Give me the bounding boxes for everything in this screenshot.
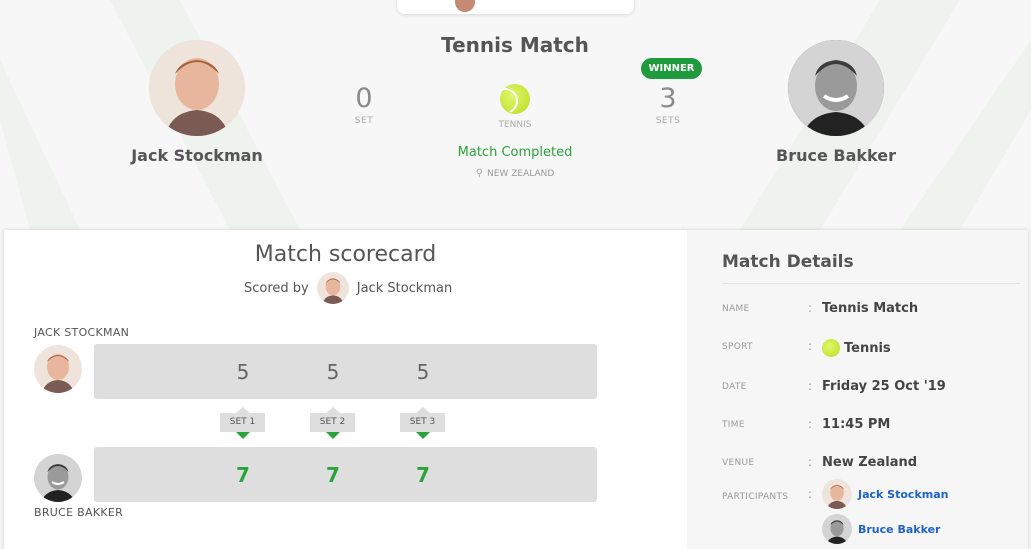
location-text: NEW ZEALAND bbox=[487, 169, 555, 179]
row-one-avatar[interactable] bbox=[34, 345, 82, 393]
avatar bbox=[822, 479, 852, 509]
tennis-ball-icon bbox=[822, 339, 840, 357]
participants-list: Jack Stockman Bruce Bakker bbox=[822, 479, 948, 549]
scored-by-name[interactable]: Jack Stockman bbox=[357, 281, 452, 296]
detail-colon: : bbox=[808, 379, 813, 393]
detail-key: PARTICIPANTS bbox=[722, 492, 789, 502]
detail-row-sport: SPORT : Tennis bbox=[722, 339, 1022, 359]
player-two-sets-value: 3 bbox=[659, 83, 677, 114]
detail-colon: : bbox=[808, 417, 813, 431]
detail-key: TIME bbox=[722, 420, 745, 430]
detail-row-name: NAME : Tennis Match bbox=[722, 301, 1022, 321]
player-one-name[interactable]: Jack Stockman bbox=[97, 146, 297, 165]
detail-colon: : bbox=[808, 301, 813, 315]
sport-label: TENNIS bbox=[498, 120, 532, 130]
row-one-set-1-score: 5 bbox=[236, 360, 250, 384]
participant-link[interactable]: Jack Stockman bbox=[858, 488, 948, 501]
sport-indicator: TENNIS bbox=[445, 84, 585, 130]
detail-row-time: TIME : 11:45 PM bbox=[722, 417, 1022, 437]
detail-key: NAME bbox=[722, 304, 750, 314]
sport-value: Tennis bbox=[844, 340, 891, 356]
player-one: Jack Stockman bbox=[97, 40, 297, 165]
detail-colon: : bbox=[808, 455, 813, 469]
row-one-score-bar: 5 5 5 bbox=[94, 344, 597, 399]
row-two-set-1-score: 7 bbox=[236, 463, 250, 487]
player-two: Bruce Bakker bbox=[736, 40, 936, 165]
avatar bbox=[822, 514, 852, 544]
player-one-sets-value: 0 bbox=[355, 83, 373, 114]
detail-value: 11:45 PM bbox=[822, 417, 891, 432]
row-one-label: JACK STOCKMAN bbox=[34, 326, 130, 339]
detail-value: Friday 25 Oct '19 bbox=[822, 379, 946, 394]
top-summary-card[interactable] bbox=[397, 0, 634, 14]
scored-by: Scored by Jack Stockman bbox=[244, 272, 452, 304]
scored-by-label: Scored by bbox=[244, 280, 309, 296]
divider bbox=[722, 283, 1020, 284]
row-two-label: BRUCE BAKKER bbox=[34, 506, 124, 519]
match-title: Tennis Match bbox=[441, 33, 589, 57]
player-one-set-score: 0 SET bbox=[334, 83, 394, 127]
detail-row-date: DATE : Friday 25 Oct '19 bbox=[722, 379, 1022, 399]
player-two-name[interactable]: Bruce Bakker bbox=[736, 146, 936, 165]
detail-value: New Zealand bbox=[822, 455, 918, 470]
row-two-set-2-score: 7 bbox=[326, 463, 340, 487]
detail-colon: : bbox=[808, 339, 813, 353]
player-two-sets-label: SETS bbox=[655, 116, 681, 126]
detail-value: Tennis Match bbox=[822, 301, 919, 316]
participant-item[interactable]: Bruce Bakker bbox=[822, 514, 948, 544]
detail-row-venue: VENUE : New Zealand bbox=[722, 455, 1022, 475]
avatar bbox=[455, 0, 475, 12]
row-two-avatar[interactable] bbox=[34, 454, 82, 502]
scorecard-panel: Match scorecard Scored by Jack Stockman … bbox=[4, 230, 1028, 549]
match-location: ⚲ NEW ZEALAND bbox=[430, 168, 600, 179]
detail-colon: : bbox=[808, 487, 813, 501]
location-pin-icon: ⚲ bbox=[475, 168, 484, 179]
player-one-sets-label: SET bbox=[354, 116, 374, 126]
detail-key: DATE bbox=[722, 382, 747, 392]
scorecard-title: Match scorecard bbox=[254, 242, 437, 267]
match-details-title: Match Details bbox=[722, 252, 854, 272]
winner-badge: WINNER bbox=[641, 58, 702, 79]
set-1-tag: SET 1 bbox=[220, 407, 265, 439]
set-2-tag: SET 2 bbox=[310, 407, 355, 439]
participant-link[interactable]: Bruce Bakker bbox=[858, 523, 940, 536]
row-one-set-3-score: 5 bbox=[416, 360, 430, 384]
match-status: Match Completed bbox=[457, 145, 573, 160]
detail-key: SPORT bbox=[722, 342, 753, 352]
tennis-ball-icon bbox=[500, 84, 530, 114]
player-two-set-score: 3 SETS bbox=[638, 83, 698, 127]
detail-value: Tennis bbox=[822, 339, 891, 357]
player-two-avatar[interactable] bbox=[788, 40, 884, 136]
avatar[interactable] bbox=[316, 272, 349, 304]
set-3-tag: SET 3 bbox=[400, 407, 445, 439]
detail-key: VENUE bbox=[722, 458, 755, 468]
player-one-avatar[interactable] bbox=[149, 40, 245, 136]
detail-row-participants: PARTICIPANTS : Jack Stockman Bruce Bakke… bbox=[722, 479, 1022, 549]
participant-item[interactable]: Jack Stockman bbox=[822, 479, 948, 509]
row-two-score-bar: 7 7 7 bbox=[94, 447, 597, 502]
row-two-set-3-score: 7 bbox=[416, 463, 430, 487]
row-one-set-2-score: 5 bbox=[326, 360, 340, 384]
